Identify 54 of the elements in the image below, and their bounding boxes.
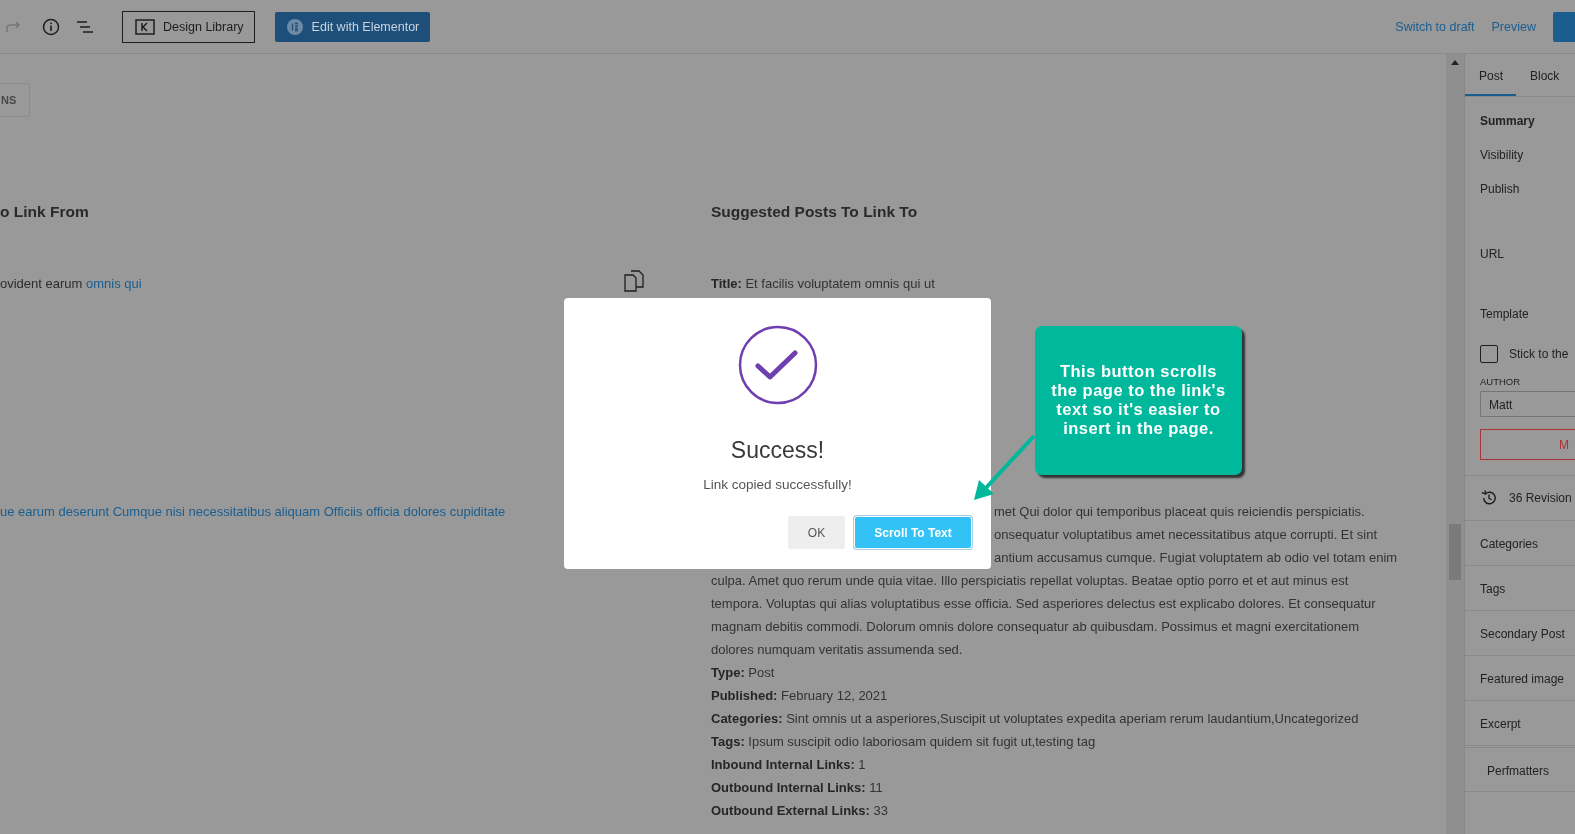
column-heading: o Link From [0, 203, 90, 222]
summary-label: Publish [1480, 182, 1521, 196]
design-library-button[interactable]: Design Library [122, 10, 255, 43]
description-line: onsequatur voluptatibus amet necessitatibus atque corrupti. Et sint [994, 526, 1377, 544]
summary-label: Template [1480, 307, 1530, 321]
scrollbar[interactable] [1446, 54, 1465, 834]
options-button[interactable]: NS [0, 83, 30, 117]
panel-heading[interactable]: Perfmatters [1465, 747, 1575, 792]
checkmark-icon [737, 325, 818, 405]
description-line: magnam debitis commodi. Dolorum omnis dolore consequatur ab quibusdam. Possimus et magni exercitationem [711, 618, 1361, 636]
history-icon [1481, 490, 1497, 506]
summary-label: URL [1480, 247, 1505, 261]
revisions-link[interactable]: 36 Revision [1509, 491, 1572, 505]
update-button[interactable] [1553, 11, 1575, 42]
dialog-message: Link copied successfully! [703, 477, 852, 492]
ok-button[interactable]: OK [788, 516, 845, 549]
summary-label: Visibility [1480, 148, 1525, 162]
library-icon [135, 18, 155, 35]
dialog-title: Success! [730, 437, 825, 464]
description-line: met Qui dolor qui temporibus placeat quis reiciendis perspiciatis. [994, 503, 1365, 521]
description-line: antium accusamus cumque. Fugiat voluptatem ab odio vel totam enim [994, 549, 1398, 567]
post-detail: Inbound Internal Links: 1 [711, 756, 867, 774]
panel-heading[interactable]: Tags [1465, 566, 1575, 611]
description-line: dolores numquam veritatis assumenda sed. [711, 641, 964, 659]
panel-heading[interactable]: Summary [1480, 114, 1575, 128]
description-line: tempora. Voluptas qui alias voluptatibus esse officia. Sed asperiores delectus est explicabo dolores. Et consequatur [711, 595, 1377, 613]
post-detail: Tags: Ipsum suscipit odio laboriosam quidem sit fugit ut,testing tag [711, 733, 1097, 751]
sentence-text: ovident earum omnis qui [0, 276, 142, 291]
panel-heading[interactable]: Featured image [1465, 656, 1575, 701]
column-heading: Suggested Posts To Link To [711, 203, 919, 222]
sidebar-tab[interactable]: Block [1516, 54, 1573, 96]
elementor-icon [286, 18, 303, 35]
callout-note: This button scrolls the page to the link's text so it's easier to insert in the page. [1035, 326, 1242, 475]
sidebar-tab[interactable]: Post [1465, 54, 1516, 96]
copy-icon[interactable] [623, 269, 645, 292]
info-icon[interactable] [42, 17, 60, 36]
checkbox[interactable] [1480, 345, 1498, 363]
author-select[interactable]: Matt [1480, 391, 1575, 417]
post-detail: Outbound External Links: 33 [711, 802, 889, 820]
panel-heading[interactable]: Secondary Post [1465, 611, 1575, 656]
edit-with-elementor-button[interactable]: Edit with Elementor [274, 11, 431, 42]
list-view-icon[interactable] [76, 19, 94, 34]
post-detail: Published: February 12, 2021 [711, 687, 889, 705]
scroll-up-icon[interactable] [1451, 60, 1459, 65]
author-label: AUTHOR [1480, 376, 1522, 387]
checkbox-label: Stick to the [1509, 347, 1569, 361]
description-line: culpa. Amet quo rerum unde quia vitae. Illo perspiciatis repellat voluptas. Beatae optio porro et et aut minus est [711, 572, 1350, 590]
post-detail: Outbound Internal Links: 11 [711, 779, 884, 797]
panel-heading[interactable]: Excerpt [1465, 701, 1575, 746]
panel-heading[interactable]: Categories [1465, 521, 1575, 566]
callout-arrow [974, 434, 1036, 500]
post-detail: Categories: Sint omnis ut a asperiores,Suscipit ut voluptates expedita aperiam rerum laudantium,Uncategorized [711, 710, 1360, 728]
post-detail: Type: Post [711, 664, 776, 682]
post-title: Title: Et facilis voluptatem omnis qui ut [711, 275, 936, 293]
